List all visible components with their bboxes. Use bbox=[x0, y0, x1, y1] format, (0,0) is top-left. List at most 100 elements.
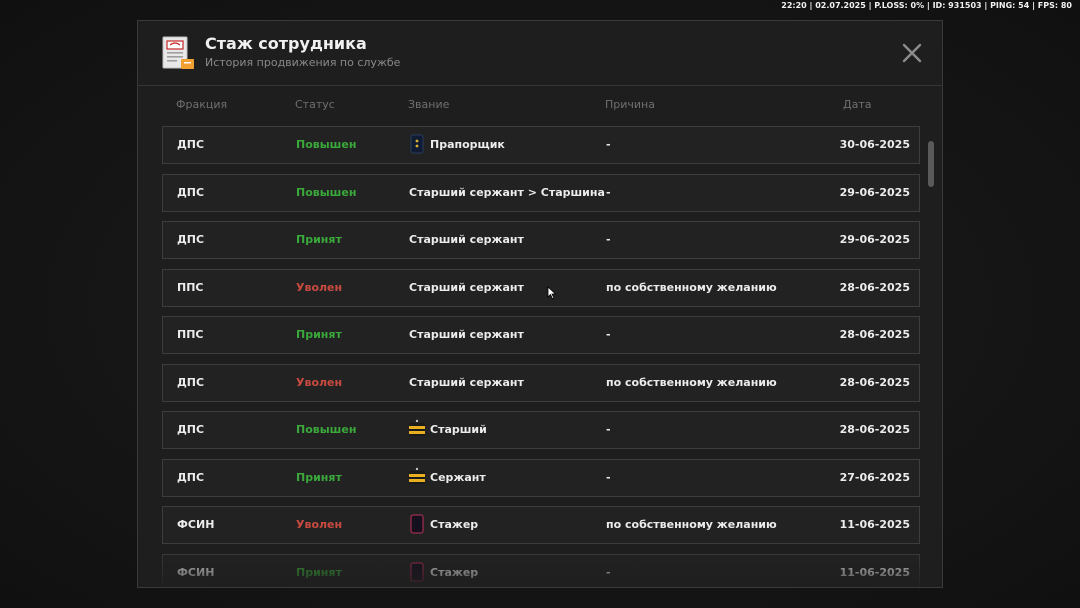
status-cell: Принят bbox=[296, 317, 342, 353]
reason-cell: - bbox=[606, 460, 611, 496]
faction-cell: ДПС bbox=[177, 222, 204, 258]
status-cell-text: Принят bbox=[296, 328, 342, 341]
rank-cell-text: Старший сержант > Старшина bbox=[409, 185, 605, 199]
date-cell: 11-06-2025 bbox=[840, 507, 910, 543]
rank-cell: Стажер bbox=[409, 555, 479, 588]
table-row[interactable]: ДПС Повышен Прапорщик - 30-06-2025 bbox=[162, 126, 920, 164]
date-cell: 29-06-2025 bbox=[840, 175, 910, 211]
status-cell-text: Повышен bbox=[296, 185, 357, 199]
faction-cell: ФСИН bbox=[177, 555, 215, 588]
date-cell: 27-06-2025 bbox=[840, 460, 910, 496]
panel-subtitle: История продвижения по службе bbox=[205, 56, 401, 69]
status-cell: Повышен bbox=[296, 412, 356, 448]
document-stamp-icon bbox=[162, 36, 194, 69]
status-cell: Повышен bbox=[296, 127, 356, 163]
faction-cell-text: ДПС bbox=[177, 233, 205, 246]
reason-cell: по собственному желанию bbox=[606, 507, 777, 543]
table-row[interactable]: ППС Принят Старший сержант - 28-06-2025 bbox=[162, 316, 920, 354]
column-header-status: Статус bbox=[295, 98, 335, 111]
rank-cell-text: Стажер bbox=[430, 565, 479, 579]
faction-cell-text: ДПС bbox=[177, 185, 205, 199]
rank-cell: Старший bbox=[409, 412, 487, 448]
status-cell-text: Уволен bbox=[296, 518, 343, 531]
epaulet-gold-stripes-icon bbox=[409, 419, 425, 436]
column-header-faction: Фракция bbox=[176, 98, 228, 111]
faction-cell: ФСИН bbox=[177, 507, 214, 543]
reason-cell-text: - bbox=[606, 138, 611, 151]
rank-cell: Старший сержант > Старшина bbox=[409, 175, 605, 211]
faction-cell: ДПС bbox=[177, 412, 204, 448]
date-cell: 28-06-2025 bbox=[840, 365, 910, 401]
panel-header: Стаж сотрудника История продвижения по с… bbox=[138, 21, 942, 86]
faction-cell: ППС bbox=[177, 317, 204, 353]
table-row[interactable]: ФСИН Уволен Стажер по собственному желанию 1… bbox=[162, 506, 920, 544]
date-cell: 11-06-2025 bbox=[839, 555, 910, 588]
rank-cell-text: Старший сержант bbox=[409, 328, 524, 341]
faction-cell: ДПС bbox=[177, 460, 204, 496]
rank-cell: Старший сержант bbox=[409, 317, 524, 353]
faction-cell-text: ДПС bbox=[177, 375, 205, 389]
faction-cell: ППС bbox=[177, 270, 204, 306]
status-cell: Уволен bbox=[296, 507, 342, 543]
rank-cell-text: Старший сержант bbox=[409, 280, 524, 294]
reason-cell-text: - bbox=[606, 565, 611, 579]
faction-cell-text: ППС bbox=[177, 328, 204, 341]
epaulet-plain-icon bbox=[410, 514, 424, 534]
epaulet-gold-stripes-icon bbox=[409, 467, 425, 484]
status-cell: Уволен bbox=[296, 365, 342, 401]
reason-cell: - bbox=[606, 412, 611, 448]
reason-cell-text: по собственному желанию bbox=[606, 518, 777, 531]
reason-cell: по собственному желанию bbox=[606, 365, 777, 401]
rank-cell: Сержант bbox=[409, 460, 486, 496]
date-cell-text: 28-06-2025 bbox=[839, 280, 910, 294]
status-cell: Уволен bbox=[296, 270, 342, 306]
faction-cell: ДПС bbox=[177, 175, 204, 211]
date-cell: 29-06-2025 bbox=[840, 222, 910, 258]
faction-cell-text: ДПС bbox=[177, 470, 205, 484]
employee-service-panel: Стаж сотрудника История продвижения по с… bbox=[137, 20, 943, 588]
date-cell-text: 11-06-2025 bbox=[839, 565, 910, 579]
faction-cell-text: ППС bbox=[177, 280, 204, 294]
close-icon[interactable] bbox=[900, 41, 924, 65]
table-row[interactable]: ФСИН Принят Стажер - 11-06-2025 bbox=[162, 553, 920, 588]
rank-cell: Прапорщик bbox=[409, 127, 505, 163]
reason-cell: - bbox=[606, 127, 611, 163]
date-cell-text: 28-06-2025 bbox=[839, 375, 910, 389]
status-cell-text: Принят bbox=[296, 470, 342, 484]
reason-cell: - bbox=[606, 317, 611, 353]
date-cell-text: 11-06-2025 bbox=[839, 518, 910, 531]
faction-cell-text: ДПС bbox=[177, 138, 205, 151]
table-row[interactable]: ППС Уволен Старший сержант по собственному … bbox=[162, 268, 920, 307]
table-row[interactable]: ДПС Принят Старший сержант - 29-06-2025 bbox=[162, 221, 920, 259]
table-row[interactable]: ДПС Повышен Старший - 28-06-2025 bbox=[162, 411, 920, 449]
mouse-cursor-icon bbox=[547, 286, 557, 300]
status-cell-text: Принят bbox=[296, 565, 342, 579]
date-cell-text: 30-06-2025 bbox=[839, 138, 910, 151]
rank-cell-text: Старший bbox=[430, 423, 487, 436]
status-cell-text: Уволен bbox=[296, 280, 343, 294]
faction-cell-text: ФСИН bbox=[177, 518, 215, 531]
table-row[interactable]: ДПС Уволен Старший сержант по собственному … bbox=[162, 363, 920, 402]
date-cell: 30-06-2025 bbox=[840, 127, 910, 163]
table-row[interactable]: ДПС Принят Сержант - 27-06-2025 bbox=[162, 458, 920, 497]
column-header-rank: Звание bbox=[408, 98, 450, 111]
rank-cell-text: Сержант bbox=[430, 470, 486, 484]
reason-cell: - bbox=[606, 175, 611, 211]
hud-status-bar: 22:20 | 02.07.2025 | P.LOSS: 0% | ID: 93… bbox=[781, 1, 1072, 10]
reason-cell-text: - bbox=[606, 423, 611, 436]
panel-title: Стаж сотрудника bbox=[205, 34, 367, 53]
date-cell-text: 29-06-2025 bbox=[839, 233, 910, 246]
column-header-reason: Причина bbox=[605, 98, 655, 111]
table-row[interactable]: ДПС Повышен Старший сержант > Старшина - 29-… bbox=[162, 173, 920, 212]
rank-cell-text: Стажер bbox=[430, 518, 479, 531]
faction-cell: ДПС bbox=[177, 365, 204, 401]
faction-cell-text: ФСИН bbox=[177, 565, 215, 579]
column-header-date: Дата bbox=[843, 98, 872, 111]
reason-cell: по собственному желанию bbox=[606, 270, 777, 306]
list-scrollbar[interactable] bbox=[928, 141, 934, 187]
status-cell-text: Повышен bbox=[296, 138, 357, 151]
status-cell-text: Уволен bbox=[296, 375, 343, 389]
reason-cell-text: по собственному желанию bbox=[606, 375, 777, 389]
date-cell-text: 28-06-2025 bbox=[839, 423, 910, 436]
date-cell-text: 28-06-2025 bbox=[839, 328, 910, 341]
